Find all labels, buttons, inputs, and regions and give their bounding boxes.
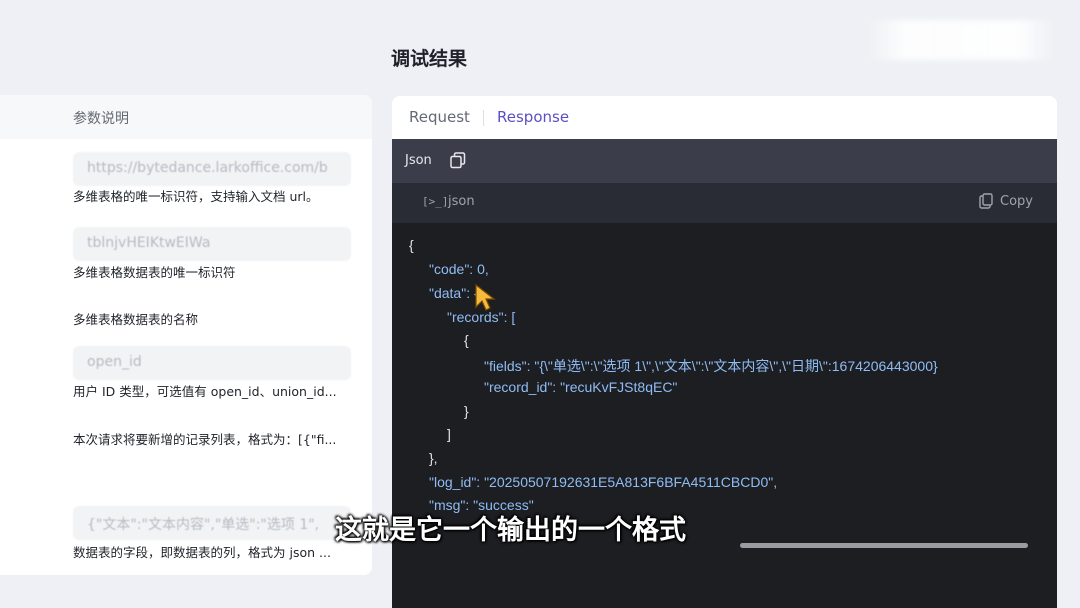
code-line: ] <box>447 426 451 442</box>
section-title: 调试结果 <box>391 48 468 70</box>
code-line: "log_id": "20250507192631E5A813F6BFA4511… <box>429 474 778 490</box>
param-desc-records: 本次请求将要新增的记录列表，格式为：[{"fi... <box>73 432 337 447</box>
horizontal-scrollbar[interactable] <box>740 543 1028 548</box>
code-language: json <box>448 194 475 209</box>
copy-button[interactable]: Copy <box>979 193 1033 209</box>
param-desc-fields: 数据表的字段，即数据表的列，格式为 json ... <box>73 545 331 560</box>
code-line: }, <box>429 450 438 466</box>
tab-request[interactable]: Request <box>409 108 470 126</box>
copy-button-label: Copy <box>1000 193 1033 209</box>
params-header: 参数说明 <box>0 95 372 139</box>
result-tabs: Request Response <box>392 96 1057 139</box>
param-input-table-id[interactable]: tblnjvHEIKtwEIWa <box>73 227 351 261</box>
code-line: { <box>464 332 469 348</box>
params-panel: 参数说明 https://bytedance.larkoffice.com/b … <box>0 95 372 575</box>
pointer-cursor-icon <box>475 283 496 311</box>
video-subtitle: 这就是它一个输出的一个格式 <box>335 515 686 546</box>
json-label: Json <box>405 153 432 168</box>
code-line: { <box>409 237 414 253</box>
param-desc-user-id-type: 用户 ID 类型，可选值有 open_id、union_id... <box>73 384 337 399</box>
watermark-logo <box>866 20 1056 60</box>
param-input-app-token[interactable]: https://bytedance.larkoffice.com/b <box>73 152 351 186</box>
clipboard-icon <box>979 193 993 209</box>
code-line: "fields": "{\"单选\":\"选项 1\",\"文本\":\"文本内… <box>484 358 938 374</box>
param-desc-table-name: 多维表格数据表的名称 <box>73 312 199 327</box>
param-desc-app-token: 多维表格的唯一标识符，支持输入文档 url。 <box>73 189 319 204</box>
terminal-icon: [>_] <box>422 195 449 208</box>
param-desc-table-id: 多维表格数据表的唯一标识符 <box>73 265 236 280</box>
code-block-header: [>_] json Copy <box>392 183 1057 223</box>
copy-icon[interactable] <box>450 152 466 169</box>
param-input-fields[interactable]: {"文本":"文本内容","单选":"选项 1", <box>73 506 351 540</box>
code-line: "data": { <box>429 285 479 301</box>
tab-separator <box>483 110 484 126</box>
json-code-block: { "code": 0, "data": { "records": [ { "f… <box>392 223 1057 608</box>
code-line: "code": 0, <box>429 261 489 277</box>
json-toolbar: Json <box>392 139 1057 183</box>
params-header-label: 参数说明 <box>73 111 129 127</box>
param-input-user-id-type[interactable]: open_id <box>73 346 351 380</box>
code-line: } <box>464 403 469 419</box>
tab-response[interactable]: Response <box>497 108 569 126</box>
code-line: "record_id": "recuKvFJSt8qEC" <box>484 379 678 395</box>
